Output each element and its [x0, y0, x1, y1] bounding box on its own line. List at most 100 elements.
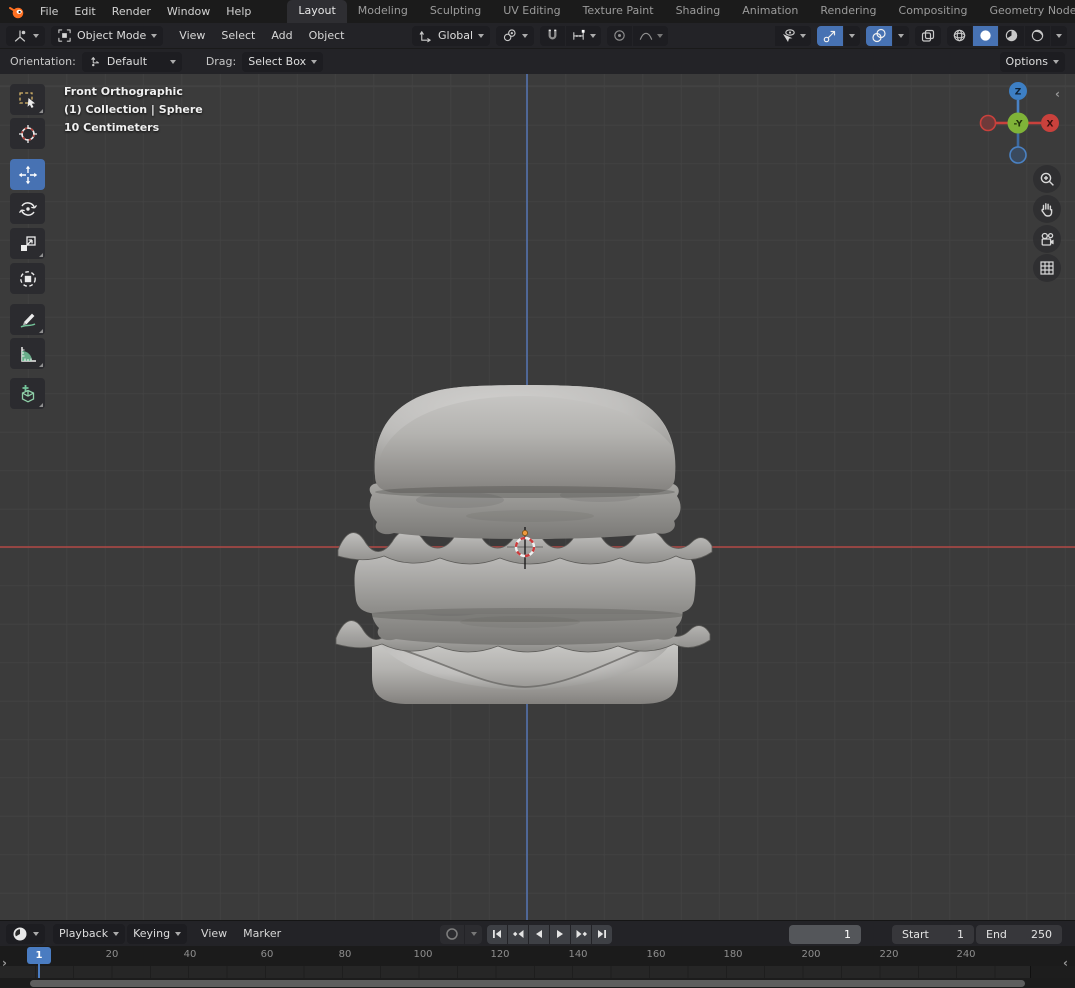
auto-keying-toggle[interactable]	[440, 924, 464, 944]
tab-compositing[interactable]: Compositing	[888, 0, 979, 23]
current-frame-field[interactable]: 1	[789, 924, 861, 944]
zoom-button[interactable]	[1033, 165, 1061, 193]
chevron-down-icon	[1053, 59, 1059, 64]
transform-orientation-select[interactable]: Global	[412, 25, 491, 46]
playhead[interactable]: 1	[27, 947, 51, 964]
object-origin-dot	[521, 530, 528, 536]
navigation-gizmo[interactable]: Z X -Y	[975, 79, 1065, 169]
timeline-track-area[interactable]	[0, 966, 1075, 978]
tool-transform[interactable]	[10, 263, 45, 294]
view-name-text: Front Orthographic	[64, 85, 183, 98]
previous-keyframe-button[interactable]	[508, 924, 528, 944]
tab-shading[interactable]: Shading	[665, 0, 732, 23]
shading-rendered-button[interactable]	[1025, 25, 1050, 46]
blender-logo-icon[interactable]	[0, 5, 32, 19]
autokey-settings-dropdown[interactable]	[465, 924, 482, 944]
3d-cursor	[507, 527, 543, 569]
timeline-ruler[interactable]: 20 40 60 80 100 120 140 160 180 200 220 …	[0, 946, 1075, 966]
options-dropdown[interactable]: Options	[999, 51, 1065, 72]
measure-icon	[20, 346, 36, 362]
play-reverse-button[interactable]	[529, 924, 549, 944]
viewport-3d[interactable]: Front Orthographic (1) Collection | Sphe…	[0, 74, 1075, 920]
timeline-expand-arrow-left[interactable]: ›	[2, 956, 7, 970]
tab-layout[interactable]: Layout	[287, 0, 347, 23]
timeline-scrollbar-track	[0, 978, 1075, 988]
menu-object[interactable]: Object	[301, 29, 353, 42]
tool-select-box[interactable]	[10, 84, 45, 115]
editor-type-select[interactable]	[6, 25, 45, 46]
overlays-settings-dropdown[interactable]	[893, 25, 909, 46]
annotate-pencil-icon	[20, 313, 35, 328]
grid-scale-text: 10 Centimeters	[64, 121, 160, 134]
keying-dropdown[interactable]: Keying	[127, 923, 188, 944]
menu-edit[interactable]: Edit	[66, 0, 103, 23]
shading-settings-dropdown[interactable]	[1051, 25, 1067, 46]
playback-dropdown[interactable]: Playback	[53, 923, 126, 944]
timeline-collapse-arrow-right[interactable]: ‹	[1063, 956, 1068, 970]
tool-settings-bar: Orientation: Default Drag: Select Box Op…	[0, 48, 1075, 74]
timeline-scrollbar[interactable]	[30, 979, 1025, 987]
tab-animation[interactable]: Animation	[731, 0, 809, 23]
menu-add[interactable]: Add	[263, 29, 300, 42]
menu-view[interactable]: View	[171, 29, 213, 42]
projection-toggle-button[interactable]	[1033, 254, 1061, 282]
show-overlays-toggle[interactable]	[866, 25, 892, 46]
tool-annotate[interactable]	[10, 304, 45, 335]
jump-to-end-button[interactable]	[592, 924, 612, 944]
play-button[interactable]	[550, 924, 570, 944]
mode-select[interactable]: Object Mode	[51, 25, 164, 46]
pivot-point-select[interactable]	[496, 25, 535, 46]
chevron-down-icon	[522, 33, 529, 38]
next-keyframe-button[interactable]	[571, 924, 591, 944]
proportional-edit-toggle[interactable]	[607, 25, 633, 46]
orientation-axes-icon	[419, 31, 431, 43]
gizmo-neg-x-axis[interactable]	[979, 114, 997, 132]
chevron-down-icon	[657, 33, 664, 38]
tab-geometry-nodes[interactable]: Geometry Nodes	[978, 0, 1075, 23]
timeline-menu-marker[interactable]: Marker	[235, 927, 289, 940]
tab-texture-paint[interactable]: Texture Paint	[572, 0, 665, 23]
tool-measure[interactable]	[10, 338, 45, 369]
show-gizmo-toggle[interactable]	[817, 25, 843, 46]
menu-help[interactable]: Help	[218, 0, 259, 23]
shading-material-button[interactable]	[999, 25, 1024, 46]
tool-scale[interactable]	[10, 228, 45, 259]
xray-toggle[interactable]	[915, 25, 941, 46]
menu-select[interactable]: Select	[213, 29, 263, 42]
jump-to-start-button[interactable]	[487, 924, 507, 944]
proportional-falloff-dropdown[interactable]	[633, 25, 669, 46]
record-circle-icon	[446, 928, 458, 940]
solid-sphere-icon	[980, 30, 991, 41]
pan-button[interactable]	[1033, 195, 1061, 223]
chevron-down-icon	[113, 931, 120, 936]
camera-view-button[interactable]	[1033, 225, 1061, 253]
snap-settings-dropdown[interactable]	[566, 25, 602, 46]
timeline-menu-view[interactable]: View	[193, 927, 235, 940]
tool-add-cube[interactable]	[10, 378, 45, 409]
sidebar-toggle-arrow[interactable]: ‹	[1055, 87, 1060, 101]
tool-orientation-select[interactable]: Default	[81, 51, 182, 72]
timeline-editor-type-select[interactable]	[6, 923, 45, 944]
start-frame-field[interactable]: Start 1	[892, 924, 974, 944]
gizmo-arrow-icon	[823, 30, 836, 42]
shading-wireframe-button[interactable]	[947, 25, 972, 46]
end-frame-field[interactable]: End 250	[976, 924, 1062, 944]
viewport-editor-icon	[14, 29, 26, 42]
menu-file[interactable]: File	[32, 0, 66, 23]
gizmo-settings-dropdown[interactable]	[844, 25, 860, 46]
menu-window[interactable]: Window	[159, 0, 218, 23]
tool-rotate[interactable]	[10, 193, 45, 224]
tab-sculpting[interactable]: Sculpting	[419, 0, 492, 23]
tab-uv-editing[interactable]: UV Editing	[492, 0, 571, 23]
tab-rendering[interactable]: Rendering	[809, 0, 887, 23]
tool-move[interactable]	[10, 159, 45, 190]
object-visibility-dropdown[interactable]	[775, 25, 811, 46]
snap-toggle[interactable]	[540, 25, 566, 46]
tool-cursor[interactable]	[10, 118, 45, 149]
gizmo-neg-z-axis[interactable]	[1009, 146, 1027, 164]
tab-modeling[interactable]: Modeling	[347, 0, 419, 23]
chevron-down-icon	[169, 59, 176, 64]
drag-mode-select[interactable]: Select Box	[242, 51, 324, 72]
shading-solid-button[interactable]	[973, 25, 998, 46]
menu-render[interactable]: Render	[104, 0, 159, 23]
